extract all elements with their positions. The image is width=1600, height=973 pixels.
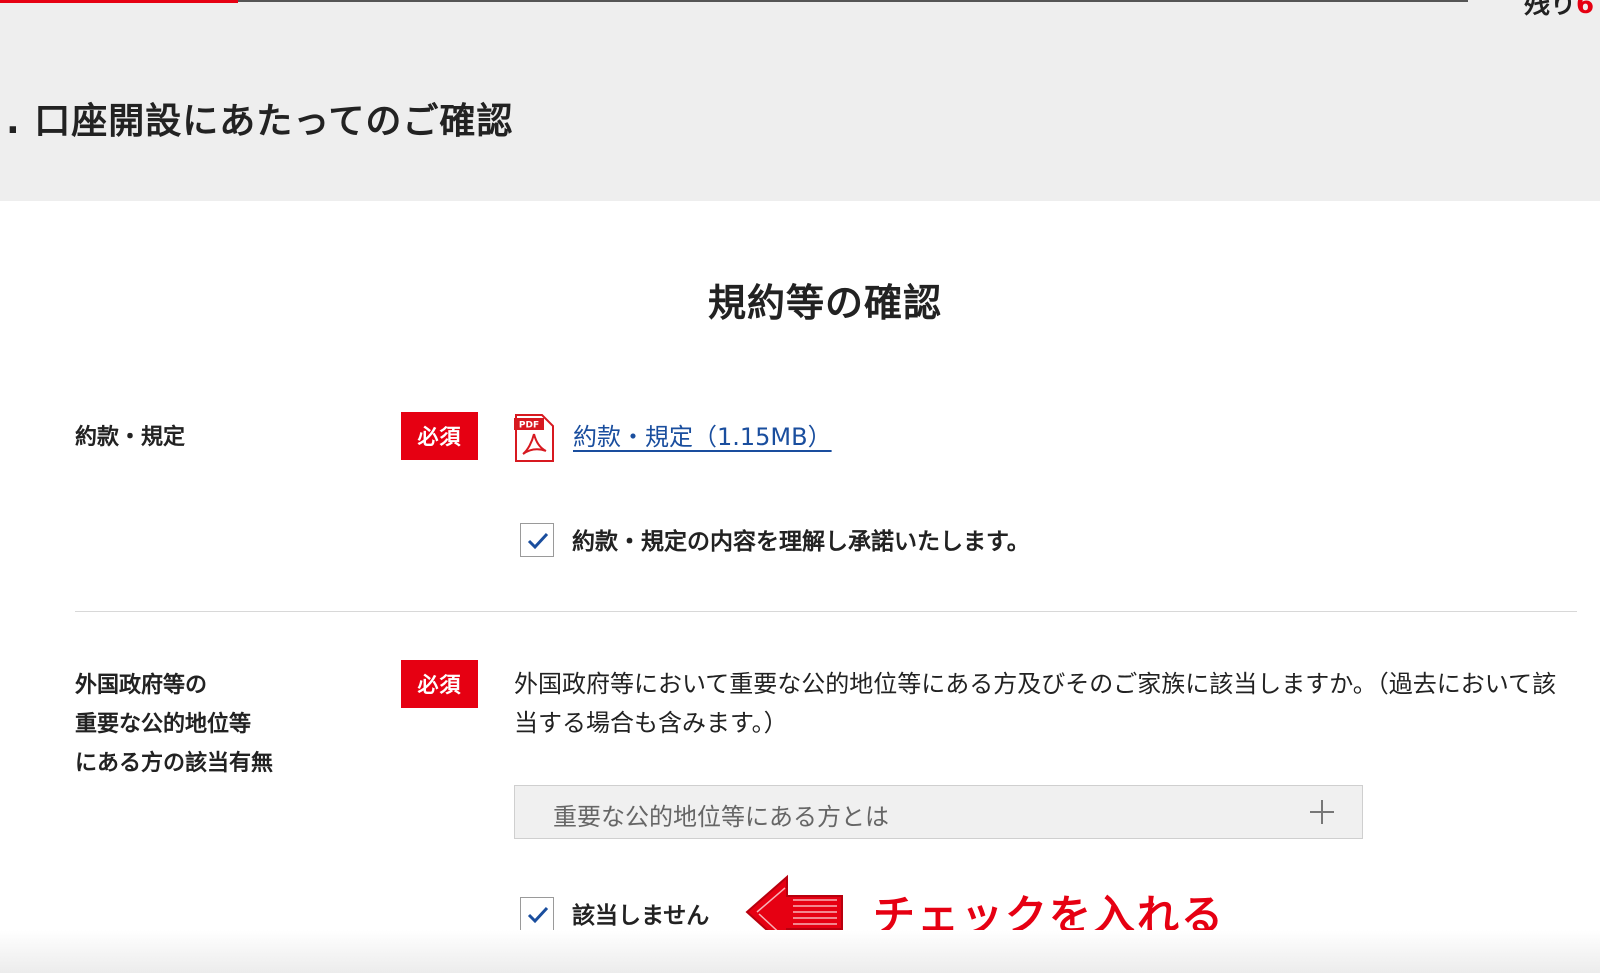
pep-row-label-line2: 重要な公的地位等 bbox=[75, 712, 252, 737]
row-divider bbox=[75, 611, 1577, 612]
pep-row-label-line3: にある方の該当有無 bbox=[75, 751, 274, 776]
plus-icon bbox=[1310, 800, 1334, 824]
pep-question: 外国政府等において重要な公的地位等にある方及びそのご家族に該当しますか。（過去に… bbox=[514, 670, 1557, 737]
pep-not-applicable-label: 該当しません bbox=[572, 903, 710, 929]
pdf-icon: PDF bbox=[514, 414, 554, 462]
remaining-steps-indicator: 残り6 bbox=[1524, 0, 1600, 21]
terms-agree-label: 約款・規定の内容を理解し承諾いたします。 bbox=[572, 529, 1030, 555]
checkmark-icon bbox=[527, 532, 549, 550]
step-title: . 口座開設にあたってのご確認 bbox=[6, 101, 514, 142]
required-badge: 必須 bbox=[401, 412, 478, 460]
remaining-count: 6 bbox=[1576, 0, 1595, 20]
terms-pdf-link[interactable]: 約款・規定（1.15MB） bbox=[573, 417, 832, 452]
section-title: 規約等の確認 bbox=[707, 281, 942, 325]
pep-not-applicable-checkbox[interactable] bbox=[520, 897, 554, 931]
accordion-label: 重要な公的地位等にある方とは bbox=[553, 803, 889, 831]
terms-row-label: 約款・規定 bbox=[75, 425, 186, 450]
terms-agree-checkbox[interactable] bbox=[520, 523, 554, 557]
pdf-icon-text: PDF bbox=[519, 421, 539, 431]
remaining-prefix: 残り bbox=[1524, 0, 1577, 20]
pep-definition-accordion[interactable]: 重要な公的地位等にある方とは bbox=[514, 785, 1363, 839]
pep-row-label: 外国政府等の 重要な公的地位等 にある方の該当有無 bbox=[75, 666, 273, 783]
pep-row-label-line1: 外国政府等の bbox=[75, 673, 208, 698]
checkmark-icon bbox=[527, 906, 549, 924]
required-badge: 必須 bbox=[401, 660, 478, 708]
progress-bar-fill bbox=[0, 0, 238, 3]
bottom-fade bbox=[0, 930, 1600, 973]
